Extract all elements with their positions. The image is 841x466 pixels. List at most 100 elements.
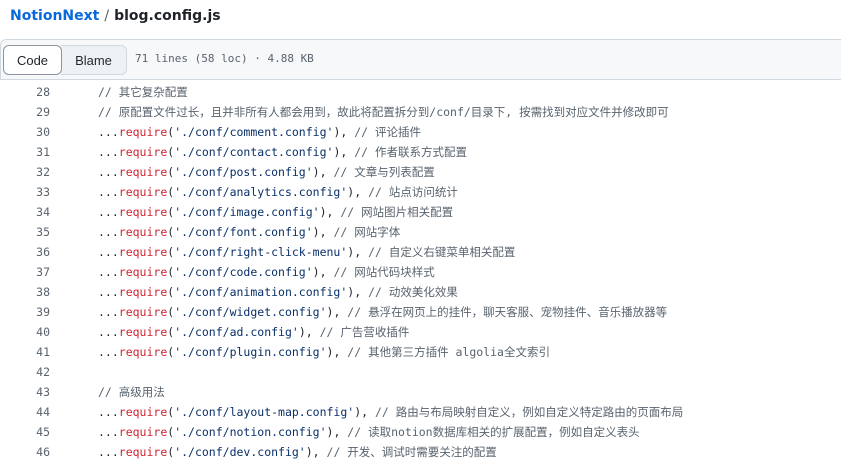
require-keyword: require: [118, 165, 168, 179]
code-comment: // 其它复杂配置: [98, 85, 188, 99]
require-keyword: require: [118, 345, 168, 359]
module-path: './conf/post.config': [174, 165, 313, 179]
code-line: 30 ...require('./conf/comment.config'), /…: [0, 122, 841, 142]
line-number[interactable]: 34: [0, 205, 50, 219]
line-number[interactable]: 29: [0, 105, 50, 119]
blame-button[interactable]: Blame: [61, 45, 127, 75]
call-tail: ),: [319, 205, 341, 219]
code-button[interactable]: Code: [3, 45, 62, 75]
line-number[interactable]: 39: [0, 305, 50, 319]
spread-operator: ...: [98, 325, 119, 339]
module-path: './conf/layout-map.config': [174, 405, 355, 419]
line-number[interactable]: 41: [0, 345, 50, 359]
code-comment: // 悬浮在网页上的挂件，聊天客服、宠物挂件、音乐播放器等: [347, 305, 668, 319]
code-comment: // 网站图片相关配置: [340, 205, 454, 219]
line-number[interactable]: 44: [0, 405, 50, 419]
code-line: 34 ...require('./conf/image.config'), // …: [0, 202, 841, 222]
line-number[interactable]: 28: [0, 85, 50, 99]
line-code: // 其它复杂配置: [50, 84, 188, 100]
spread-operator: ...: [98, 285, 119, 299]
call-tail: ),: [298, 325, 320, 339]
require-keyword: require: [118, 265, 168, 279]
code-line: 31 ...require('./conf/contact.config'), /…: [0, 142, 841, 162]
code-comment: // 自定义右键菜单相关配置: [368, 245, 516, 259]
spread-operator: ...: [98, 245, 119, 259]
line-code: ...require('./conf/code.config'), // 网站代…: [50, 264, 435, 280]
spread-operator: ...: [98, 145, 119, 159]
require-keyword: require: [118, 145, 168, 159]
spread-operator: ...: [98, 265, 119, 279]
line-number[interactable]: 36: [0, 245, 50, 259]
line-code: ...require('./conf/post.config'), // 文章与…: [50, 164, 435, 180]
require-keyword: require: [118, 325, 168, 339]
code-line: 33 ...require('./conf/analytics.config'),…: [0, 182, 841, 202]
code-line: 38 ...require('./conf/animation.config'),…: [0, 282, 841, 302]
line-number[interactable]: 42: [0, 365, 50, 379]
call-tail: ),: [347, 245, 369, 259]
file-toolbar: Code Blame 71 lines (58 loc) · 4.88 KB: [0, 39, 841, 80]
code-line: 40 ...require('./conf/ad.config'), // 广告营…: [0, 322, 841, 342]
line-number[interactable]: 45: [0, 425, 50, 439]
code-comment: // 高级用法: [98, 385, 165, 399]
code-view: 28 // 其它复杂配置 29 // 原配置文件过长，且并非所有人都会用到，故此将配置…: [0, 82, 841, 462]
line-number[interactable]: 31: [0, 145, 50, 159]
line-code: ...require('./conf/animation.config'), /…: [50, 284, 458, 300]
breadcrumb: NotionNext / blog.config.js: [10, 5, 221, 27]
require-keyword: require: [118, 185, 168, 199]
file-meta: 71 lines (58 loc) · 4.88 KB: [135, 52, 314, 65]
spread-operator: ...: [98, 185, 119, 199]
require-keyword: require: [118, 285, 168, 299]
line-code: // 原配置文件过长，且并非所有人都会用到，故此将配置拆分到/conf/目录下,…: [50, 104, 669, 120]
line-number[interactable]: 33: [0, 185, 50, 199]
call-tail: ),: [312, 225, 334, 239]
call-tail: ),: [312, 265, 334, 279]
spread-operator: ...: [98, 345, 119, 359]
line-code: ...require('./conf/dev.config'), // 开发、调…: [50, 444, 497, 460]
call-tail: ),: [347, 185, 369, 199]
module-path: './conf/code.config': [174, 265, 313, 279]
call-tail: ),: [326, 305, 348, 319]
line-code: ...require('./conf/widget.config'), // 悬…: [50, 304, 667, 320]
call-tail: ),: [312, 165, 334, 179]
code-comment: // 站点访问统计: [368, 185, 458, 199]
line-code: ...require('./conf/analytics.config'), /…: [50, 184, 458, 200]
code-line: 43 // 高级用法: [0, 382, 841, 402]
code-line: 46 ...require('./conf/dev.config'), // 开发…: [0, 442, 841, 462]
line-number[interactable]: 32: [0, 165, 50, 179]
module-path: './conf/analytics.config': [174, 185, 348, 199]
require-keyword: require: [118, 205, 168, 219]
spread-operator: ...: [98, 445, 119, 459]
line-code: ...require('./conf/contact.config'), // …: [50, 144, 467, 160]
line-number[interactable]: 37: [0, 265, 50, 279]
call-tail: ),: [333, 145, 355, 159]
line-number[interactable]: 40: [0, 325, 50, 339]
code-comment: // 文章与列表配置: [333, 165, 435, 179]
require-keyword: require: [118, 305, 168, 319]
call-tail: ),: [326, 345, 348, 359]
call-tail: ),: [354, 405, 375, 419]
code-comment: // 评论插件: [354, 125, 421, 139]
code-line: 29 // 原配置文件过长，且并非所有人都会用到，故此将配置拆分到/conf/目录…: [0, 102, 841, 122]
line-number[interactable]: 35: [0, 225, 50, 239]
line-code: ...require('./conf/image.config'), // 网站…: [50, 204, 453, 220]
line-number[interactable]: 38: [0, 285, 50, 299]
module-path: './conf/notion.config': [174, 425, 327, 439]
file-name: blog.config.js: [114, 8, 221, 24]
code-comment: // 开发、调试时需要关注的配置: [326, 445, 497, 459]
breadcrumb-separator: /: [104, 8, 110, 24]
code-comment: // 网站字体: [333, 225, 401, 239]
repo-link[interactable]: NotionNext: [10, 8, 99, 24]
code-comment: // 其他第三方插件 algolia全文索引: [347, 345, 550, 359]
module-path: './conf/image.config': [174, 205, 320, 219]
code-comment: // 路由与布局映射自定义，例如自定义特定路由的页面布局: [374, 405, 684, 419]
line-code: ...require('./conf/plugin.config'), // 其…: [50, 344, 550, 360]
code-line: 44 ...require('./conf/layout-map.config')…: [0, 402, 841, 422]
line-number[interactable]: 46: [0, 445, 50, 459]
module-path: './conf/comment.config': [174, 125, 334, 139]
line-number[interactable]: 30: [0, 125, 50, 139]
line-code: ...require('./conf/layout-map.config'), …: [50, 404, 683, 420]
code-comment: // 网站代码块样式: [333, 265, 435, 279]
view-toggle: Code Blame: [3, 45, 127, 75]
call-tail: ),: [305, 445, 327, 459]
line-number[interactable]: 43: [0, 385, 50, 399]
